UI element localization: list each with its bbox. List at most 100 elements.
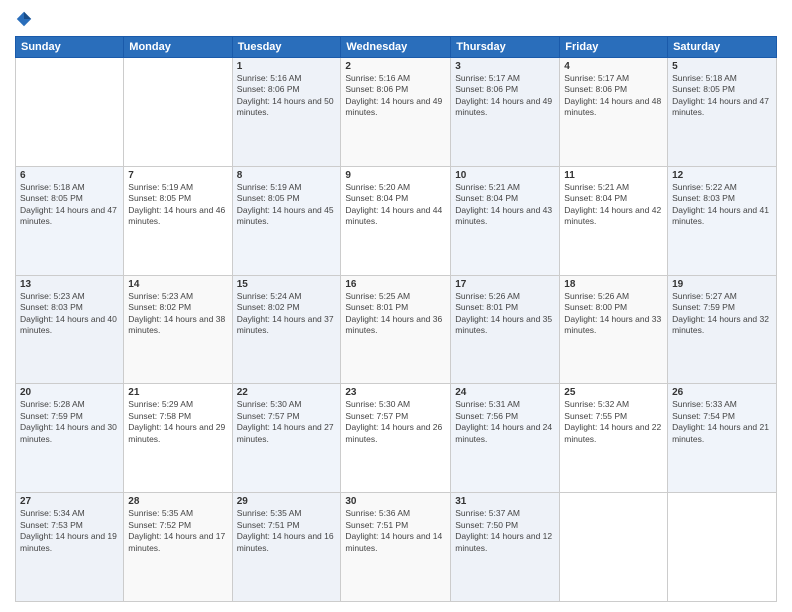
logo xyxy=(15,10,37,28)
day-cell: 27 Sunrise: 5:34 AMSunset: 7:53 PMDaylig… xyxy=(16,493,124,602)
day-number: 11 xyxy=(564,170,663,181)
day-info: Sunrise: 5:20 AMSunset: 8:04 PMDaylight:… xyxy=(345,182,446,228)
col-friday: Friday xyxy=(560,37,668,58)
day-info: Sunrise: 5:16 AMSunset: 8:06 PMDaylight:… xyxy=(345,73,446,119)
day-number: 23 xyxy=(345,387,446,398)
day-cell: 25 Sunrise: 5:32 AMSunset: 7:55 PMDaylig… xyxy=(560,384,668,493)
day-number: 16 xyxy=(345,279,446,290)
day-cell: 6 Sunrise: 5:18 AMSunset: 8:05 PMDayligh… xyxy=(16,166,124,275)
day-info: Sunrise: 5:36 AMSunset: 7:51 PMDaylight:… xyxy=(345,508,446,554)
day-info: Sunrise: 5:24 AMSunset: 8:02 PMDaylight:… xyxy=(237,291,337,337)
day-cell: 18 Sunrise: 5:26 AMSunset: 8:00 PMDaylig… xyxy=(560,275,668,384)
day-number: 30 xyxy=(345,496,446,507)
day-cell xyxy=(668,493,777,602)
day-info: Sunrise: 5:17 AMSunset: 8:06 PMDaylight:… xyxy=(455,73,555,119)
day-cell: 15 Sunrise: 5:24 AMSunset: 8:02 PMDaylig… xyxy=(232,275,341,384)
day-info: Sunrise: 5:18 AMSunset: 8:05 PMDaylight:… xyxy=(672,73,772,119)
day-cell: 14 Sunrise: 5:23 AMSunset: 8:02 PMDaylig… xyxy=(124,275,232,384)
day-cell: 5 Sunrise: 5:18 AMSunset: 8:05 PMDayligh… xyxy=(668,58,777,167)
day-info: Sunrise: 5:37 AMSunset: 7:50 PMDaylight:… xyxy=(455,508,555,554)
day-info: Sunrise: 5:25 AMSunset: 8:01 PMDaylight:… xyxy=(345,291,446,337)
day-info: Sunrise: 5:34 AMSunset: 7:53 PMDaylight:… xyxy=(20,508,119,554)
logo-icon xyxy=(15,10,33,28)
day-info: Sunrise: 5:33 AMSunset: 7:54 PMDaylight:… xyxy=(672,399,772,445)
day-number: 29 xyxy=(237,496,337,507)
day-info: Sunrise: 5:32 AMSunset: 7:55 PMDaylight:… xyxy=(564,399,663,445)
day-cell: 7 Sunrise: 5:19 AMSunset: 8:05 PMDayligh… xyxy=(124,166,232,275)
day-number: 6 xyxy=(20,170,119,181)
day-cell xyxy=(16,58,124,167)
day-info: Sunrise: 5:26 AMSunset: 8:00 PMDaylight:… xyxy=(564,291,663,337)
day-number: 9 xyxy=(345,170,446,181)
day-number: 20 xyxy=(20,387,119,398)
day-cell: 13 Sunrise: 5:23 AMSunset: 8:03 PMDaylig… xyxy=(16,275,124,384)
day-cell: 26 Sunrise: 5:33 AMSunset: 7:54 PMDaylig… xyxy=(668,384,777,493)
day-number: 7 xyxy=(128,170,227,181)
header-row: Sunday Monday Tuesday Wednesday Thursday… xyxy=(16,37,777,58)
day-number: 27 xyxy=(20,496,119,507)
day-info: Sunrise: 5:23 AMSunset: 8:02 PMDaylight:… xyxy=(128,291,227,337)
day-cell: 10 Sunrise: 5:21 AMSunset: 8:04 PMDaylig… xyxy=(451,166,560,275)
day-cell: 3 Sunrise: 5:17 AMSunset: 8:06 PMDayligh… xyxy=(451,58,560,167)
week-row-2: 6 Sunrise: 5:18 AMSunset: 8:05 PMDayligh… xyxy=(16,166,777,275)
day-info: Sunrise: 5:22 AMSunset: 8:03 PMDaylight:… xyxy=(672,182,772,228)
day-cell: 31 Sunrise: 5:37 AMSunset: 7:50 PMDaylig… xyxy=(451,493,560,602)
day-number: 15 xyxy=(237,279,337,290)
day-cell: 28 Sunrise: 5:35 AMSunset: 7:52 PMDaylig… xyxy=(124,493,232,602)
day-info: Sunrise: 5:35 AMSunset: 7:51 PMDaylight:… xyxy=(237,508,337,554)
day-number: 31 xyxy=(455,496,555,507)
day-number: 26 xyxy=(672,387,772,398)
day-cell: 16 Sunrise: 5:25 AMSunset: 8:01 PMDaylig… xyxy=(341,275,451,384)
day-info: Sunrise: 5:29 AMSunset: 7:58 PMDaylight:… xyxy=(128,399,227,445)
day-number: 21 xyxy=(128,387,227,398)
day-number: 14 xyxy=(128,279,227,290)
day-number: 1 xyxy=(237,61,337,72)
day-info: Sunrise: 5:26 AMSunset: 8:01 PMDaylight:… xyxy=(455,291,555,337)
day-info: Sunrise: 5:21 AMSunset: 8:04 PMDaylight:… xyxy=(564,182,663,228)
day-number: 22 xyxy=(237,387,337,398)
day-info: Sunrise: 5:27 AMSunset: 7:59 PMDaylight:… xyxy=(672,291,772,337)
day-number: 2 xyxy=(345,61,446,72)
day-cell: 9 Sunrise: 5:20 AMSunset: 8:04 PMDayligh… xyxy=(341,166,451,275)
day-cell xyxy=(124,58,232,167)
day-cell: 17 Sunrise: 5:26 AMSunset: 8:01 PMDaylig… xyxy=(451,275,560,384)
day-cell: 23 Sunrise: 5:30 AMSunset: 7:57 PMDaylig… xyxy=(341,384,451,493)
week-row-3: 13 Sunrise: 5:23 AMSunset: 8:03 PMDaylig… xyxy=(16,275,777,384)
day-cell: 4 Sunrise: 5:17 AMSunset: 8:06 PMDayligh… xyxy=(560,58,668,167)
day-info: Sunrise: 5:30 AMSunset: 7:57 PMDaylight:… xyxy=(345,399,446,445)
day-cell xyxy=(560,493,668,602)
day-cell: 19 Sunrise: 5:27 AMSunset: 7:59 PMDaylig… xyxy=(668,275,777,384)
day-cell: 12 Sunrise: 5:22 AMSunset: 8:03 PMDaylig… xyxy=(668,166,777,275)
day-number: 24 xyxy=(455,387,555,398)
day-cell: 29 Sunrise: 5:35 AMSunset: 7:51 PMDaylig… xyxy=(232,493,341,602)
day-info: Sunrise: 5:21 AMSunset: 8:04 PMDaylight:… xyxy=(455,182,555,228)
day-number: 5 xyxy=(672,61,772,72)
day-cell: 11 Sunrise: 5:21 AMSunset: 8:04 PMDaylig… xyxy=(560,166,668,275)
day-cell: 21 Sunrise: 5:29 AMSunset: 7:58 PMDaylig… xyxy=(124,384,232,493)
page: Sunday Monday Tuesday Wednesday Thursday… xyxy=(0,0,792,612)
day-cell: 2 Sunrise: 5:16 AMSunset: 8:06 PMDayligh… xyxy=(341,58,451,167)
day-number: 10 xyxy=(455,170,555,181)
day-cell: 24 Sunrise: 5:31 AMSunset: 7:56 PMDaylig… xyxy=(451,384,560,493)
day-cell: 1 Sunrise: 5:16 AMSunset: 8:06 PMDayligh… xyxy=(232,58,341,167)
day-number: 13 xyxy=(20,279,119,290)
day-cell: 22 Sunrise: 5:30 AMSunset: 7:57 PMDaylig… xyxy=(232,384,341,493)
week-row-1: 1 Sunrise: 5:16 AMSunset: 8:06 PMDayligh… xyxy=(16,58,777,167)
day-cell: 30 Sunrise: 5:36 AMSunset: 7:51 PMDaylig… xyxy=(341,493,451,602)
day-info: Sunrise: 5:19 AMSunset: 8:05 PMDaylight:… xyxy=(237,182,337,228)
col-saturday: Saturday xyxy=(668,37,777,58)
day-info: Sunrise: 5:31 AMSunset: 7:56 PMDaylight:… xyxy=(455,399,555,445)
col-tuesday: Tuesday xyxy=(232,37,341,58)
calendar-table: Sunday Monday Tuesday Wednesday Thursday… xyxy=(15,36,777,602)
day-info: Sunrise: 5:18 AMSunset: 8:05 PMDaylight:… xyxy=(20,182,119,228)
col-monday: Monday xyxy=(124,37,232,58)
day-number: 17 xyxy=(455,279,555,290)
day-number: 19 xyxy=(672,279,772,290)
calendar-body: 1 Sunrise: 5:16 AMSunset: 8:06 PMDayligh… xyxy=(16,58,777,602)
day-info: Sunrise: 5:28 AMSunset: 7:59 PMDaylight:… xyxy=(20,399,119,445)
day-info: Sunrise: 5:30 AMSunset: 7:57 PMDaylight:… xyxy=(237,399,337,445)
day-info: Sunrise: 5:19 AMSunset: 8:05 PMDaylight:… xyxy=(128,182,227,228)
col-thursday: Thursday xyxy=(451,37,560,58)
header xyxy=(15,10,777,28)
week-row-4: 20 Sunrise: 5:28 AMSunset: 7:59 PMDaylig… xyxy=(16,384,777,493)
